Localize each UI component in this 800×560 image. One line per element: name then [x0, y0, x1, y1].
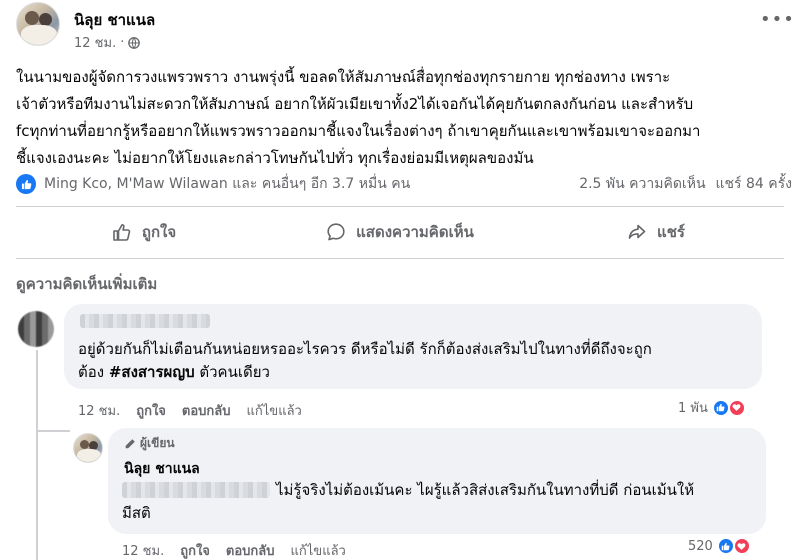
post-text: ในนามของผู้จัดการวงแพรวพราว งานพรุ่งนี้ …: [16, 64, 788, 172]
reply-reaction-count: 520: [688, 538, 713, 554]
comment-reaction-count: 1 พัน: [678, 401, 708, 416]
comments-count[interactable]: 2.5 พัน ความคิดเห็น: [579, 173, 705, 195]
reply-reactions[interactable]: 520: [688, 537, 751, 555]
post-meta: 12 ชม. ·: [74, 32, 141, 53]
author-name[interactable]: นิลุย ชาแนล: [74, 8, 155, 32]
author-badge: ผู้เขียน: [124, 434, 175, 453]
reply-actions: 12 ชม. ถูกใจ ตอบกลับ แก้ไขแล้ว: [122, 540, 346, 560]
comment-reply-button[interactable]: ตอบกลับ: [182, 400, 231, 421]
commenter-name-blurred[interactable]: [80, 314, 210, 328]
pencil-icon: [125, 438, 135, 448]
post-actions: ถูกใจ แสดงความคิดเห็น แชร์: [16, 212, 784, 252]
thread-line: [36, 350, 38, 560]
reply-text: ไม่รู้จริงไม่ต้องเม้นคะ ไผรู้แล้วสิส่งเส…: [122, 479, 762, 525]
reply-like-button[interactable]: ถูกใจ: [180, 540, 210, 560]
love-reaction-icon: [732, 537, 751, 555]
thread-line: [36, 430, 70, 432]
reply-author-name[interactable]: นิลุย ชาแนล: [124, 458, 200, 480]
share-arrow-icon: [628, 224, 646, 239]
comment-text-suffix: ตัวคนเดียว: [194, 363, 270, 381]
post-text-line: fcทุกท่านที่อยากรู้หรืออยากให้แพรวพราวออ…: [16, 122, 701, 140]
share-label: แชร์: [657, 223, 685, 241]
post-text-line: เจ้าตัวหรือทีมงานไม่สะดวกให้สัมภาษณ์ อยา…: [16, 95, 694, 113]
more-dots-icon: •••: [760, 9, 795, 30]
author-badge-label: ผู้เขียน: [140, 436, 175, 450]
comment-text: อยู่ด้วยกันก็ไม่เตือนกันหน่อยหรออะไรควร …: [78, 338, 652, 384]
reply-reply-button[interactable]: ตอบกลับ: [226, 540, 275, 560]
hashtag-link[interactable]: #สงสารผญบ: [109, 363, 195, 381]
like-reaction-icon[interactable]: [16, 174, 36, 194]
reactions-summary: Ming Kco, M'Maw Wilawan และ คนอื่นๆ อีก …: [16, 172, 792, 196]
comment-like-button[interactable]: ถูกใจ: [136, 400, 166, 421]
post-time[interactable]: 12 ชม.: [74, 32, 116, 53]
share-button[interactable]: แชร์: [528, 212, 784, 252]
comment-edited-label[interactable]: แก้ไขแล้ว: [247, 400, 302, 421]
comment-actions: 12 ชม. ถูกใจ ตอบกลับ แก้ไขแล้ว: [78, 400, 302, 421]
comment-text-line: อยู่ด้วยกันก็ไม่เตือนกันหน่อยหรออะไรควร …: [78, 340, 652, 358]
more-options-button[interactable]: •••: [760, 11, 794, 36]
reply-time[interactable]: 12 ชม.: [122, 540, 164, 560]
comment-text-prefix: ต้อง: [78, 363, 109, 381]
divider: [16, 206, 784, 207]
view-more-comments-link[interactable]: ดูความคิดเห็นเพิ่มเติม: [16, 272, 157, 296]
reply-edited-label[interactable]: แก้ไขแล้ว: [291, 540, 346, 560]
comment-bubble-icon: [327, 223, 345, 241]
commenter-avatar[interactable]: [18, 311, 54, 347]
post-text-line: ในนามของผู้จัดการวงแพรวพราว งานพรุ่งนี้ …: [16, 68, 671, 86]
post-text-line: ชี้แจงเองนะคะ ไม่อยากให้โยงและกล่าวโทษกั…: [16, 149, 534, 167]
reply-text-line: ไม่รู้จริงไม่ต้องเม้นคะ ไผรู้แล้วสิส่งเส…: [276, 481, 695, 499]
reactors-text[interactable]: Ming Kco, M'Maw Wilawan และ คนอื่นๆ อีก …: [44, 173, 410, 195]
reply-text-line: มีสติ: [122, 504, 151, 522]
author-avatar[interactable]: [16, 2, 60, 46]
comment-label: แสดงความคิดเห็น: [356, 223, 474, 241]
shares-count[interactable]: แชร์ 84 ครั้ง: [716, 173, 792, 195]
thumbs-up-icon: [113, 224, 131, 241]
globe-icon: [128, 36, 141, 49]
divider: [16, 258, 784, 259]
comment-time[interactable]: 12 ชม.: [78, 400, 120, 421]
reply-author-avatar[interactable]: [73, 433, 103, 463]
like-label: ถูกใจ: [141, 223, 177, 241]
post-header: นิลุย ชาแนล 12 ชม. · •••: [16, 2, 794, 53]
love-reaction-icon: [727, 398, 746, 417]
comment-button[interactable]: แสดงความคิดเห็น: [272, 212, 528, 252]
like-button[interactable]: ถูกใจ: [16, 212, 272, 252]
comment-reactions[interactable]: 1 พัน: [678, 397, 746, 418]
